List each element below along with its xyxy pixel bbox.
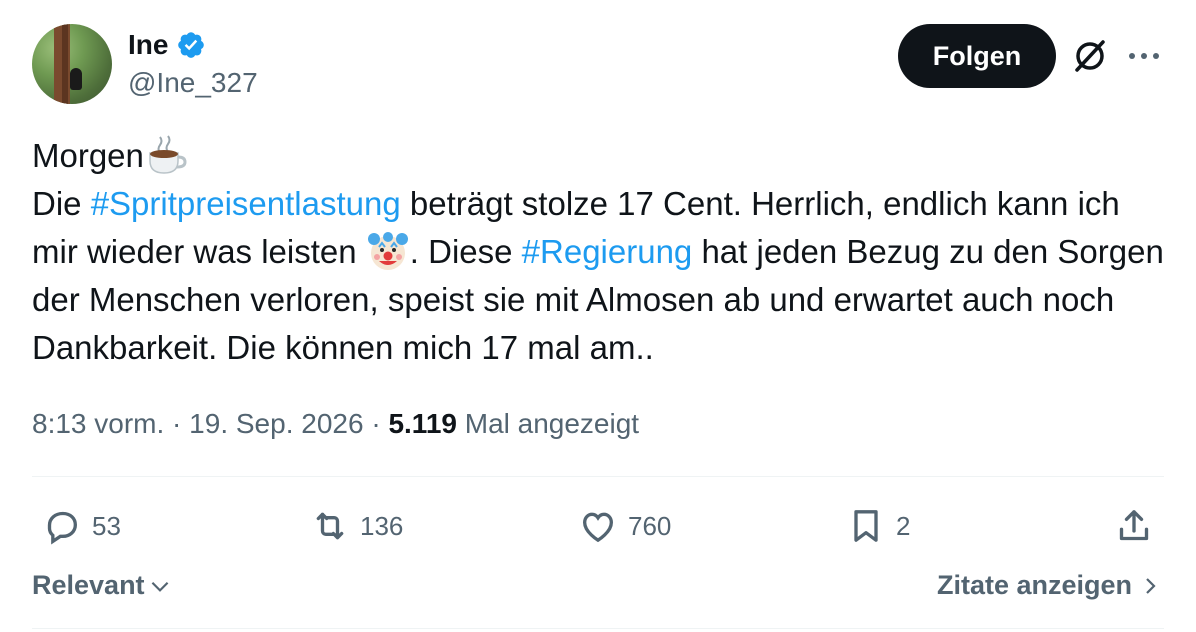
repost-button[interactable]: 136 [310,500,403,552]
author-handle[interactable]: @Ine_327 [128,66,258,100]
like-count: 760 [628,510,672,541]
meta-separator: · [363,408,389,439]
chevron-down-icon [151,581,168,592]
tweet-time[interactable]: 8:13 vorm. [32,408,164,439]
clown-face-emoji [367,232,408,270]
hot-beverage-emoji [149,135,187,174]
reply-button[interactable]: 53 [42,500,121,552]
tweet-text-part-1: Die [32,185,91,222]
divider [32,476,1164,477]
grok-icon[interactable] [1070,36,1110,76]
tweet-text-part-3: . Diese [409,233,522,270]
more-options-icon[interactable] [1126,46,1162,66]
hashtag-spritpreisentlastung[interactable]: #Spritpreisentlastung [91,185,401,222]
tweet-date[interactable]: 19. Sep. 2026 [189,408,363,439]
like-button[interactable]: 760 [578,500,671,552]
reply-count: 53 [92,510,121,541]
bookmark-button[interactable]: 2 [846,500,910,552]
views-count: 5.119 [388,408,457,439]
sort-label: Relevant [32,570,145,600]
repost-icon [316,512,344,540]
repost-count: 136 [360,510,404,541]
hashtag-regierung[interactable]: #Regierung [522,233,693,270]
chevron-right-icon [1146,577,1156,594]
bookmark-count: 2 [896,510,911,541]
like-icon [582,512,614,543]
meta-separator: · [164,408,190,439]
author-display-name[interactable]: Ine [128,28,168,62]
sort-dropdown[interactable]: Relevant [32,570,173,601]
share-button[interactable] [1114,500,1154,552]
tweet-greeting: Morgen [32,137,144,174]
avatar-tree-shadow [62,24,68,104]
follow-button[interactable]: Folgen [898,24,1056,88]
tweet-meta: 8:13 vorm. · 19. Sep. 2026 · 5.119 Mal a… [32,406,639,442]
views-label: Mal angezeigt [456,408,640,439]
quotes-label: Zitate anzeigen [936,570,1132,600]
verified-badge-icon[interactable] [176,30,206,60]
view-quotes-link[interactable]: Zitate anzeigen [937,570,1162,601]
bookmark-icon [854,510,878,542]
reply-icon [47,511,78,545]
share-icon [1119,510,1149,541]
tweet-text: Morgen Die #Spritpreisentlastung beträgt… [32,132,1172,372]
divider [32,628,1164,629]
avatar[interactable] [32,24,112,104]
author-name-row: Ine [128,28,206,62]
avatar-person [70,68,82,90]
